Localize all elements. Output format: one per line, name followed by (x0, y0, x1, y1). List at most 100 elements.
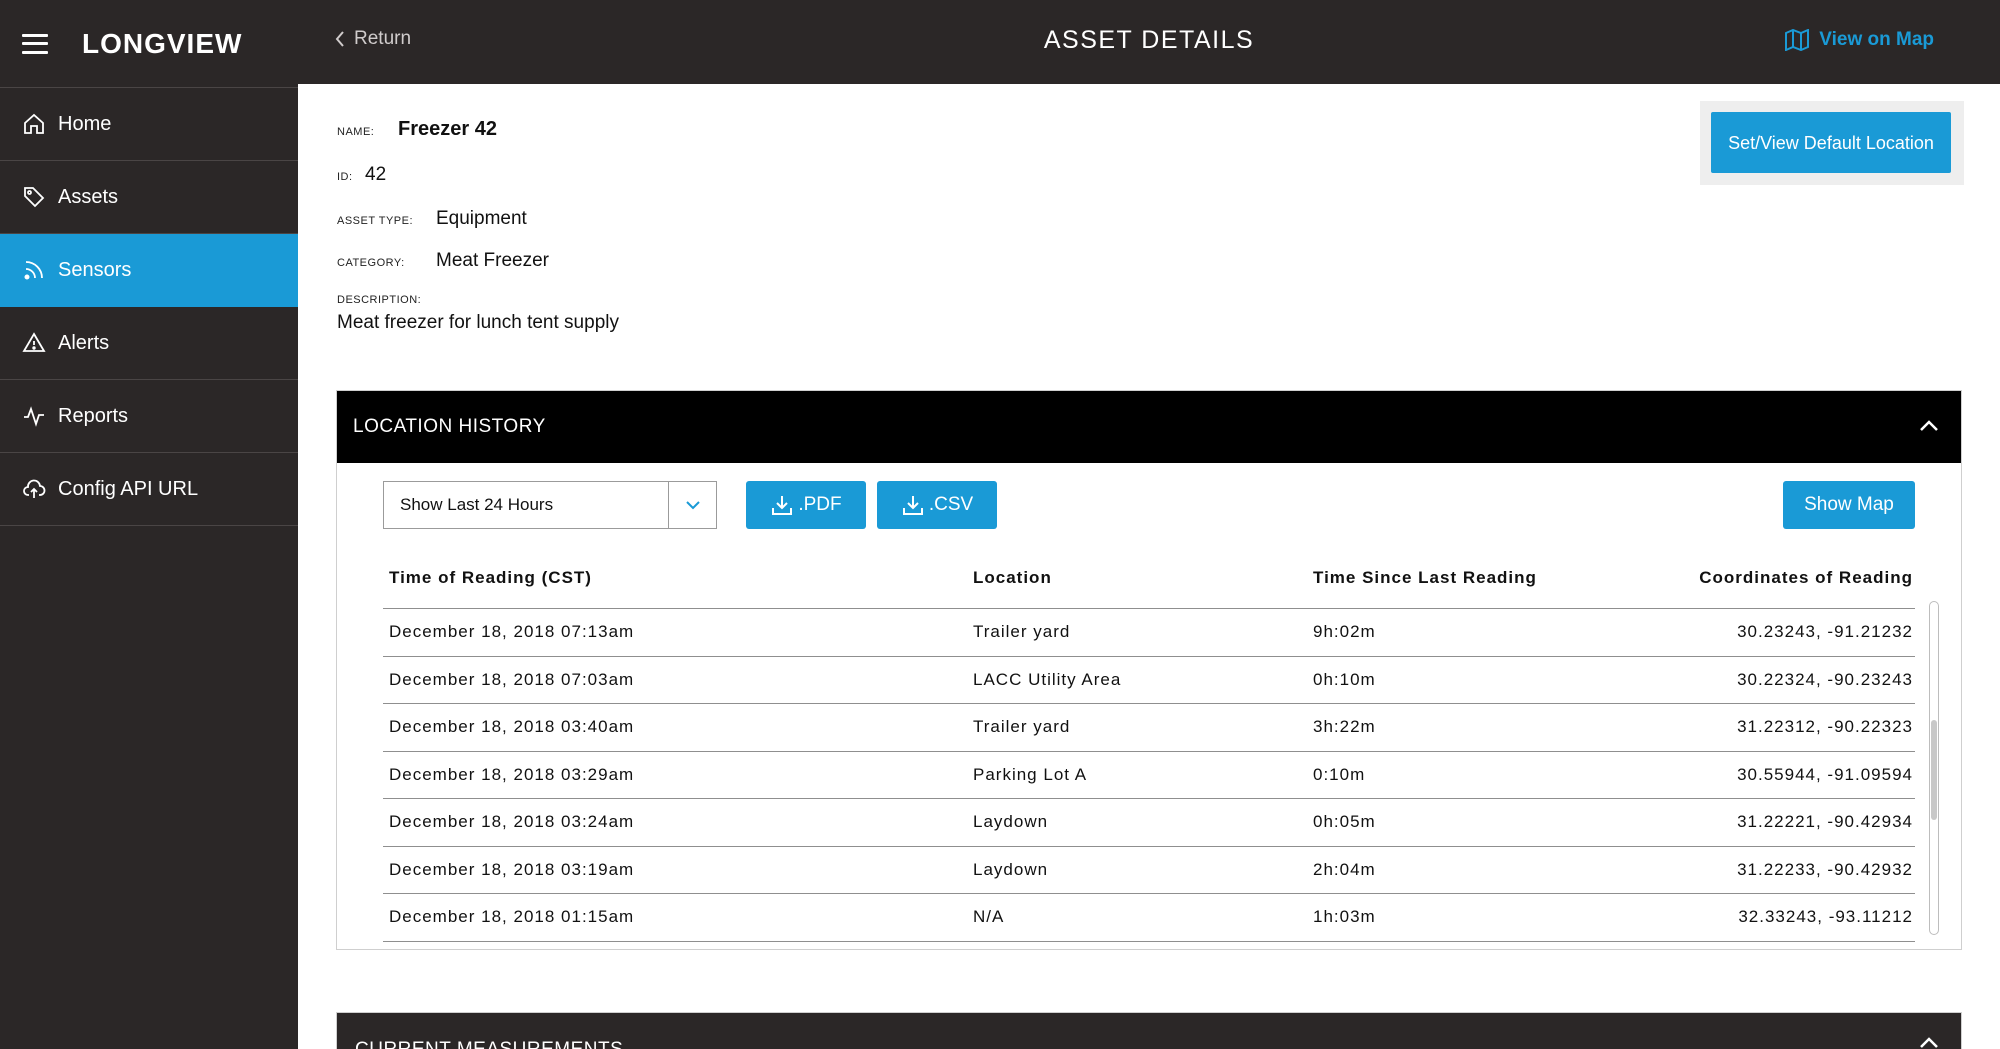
cell-location: Laydown (973, 812, 1049, 832)
time-range-value: Show Last 24 Hours (400, 495, 554, 514)
cell-location: LACC Utility Area (973, 669, 1122, 689)
cell-location: Trailer yard (973, 622, 1071, 642)
table-row[interactable]: December 18, 2018 01:15am N/A 1h:03m 32.… (383, 894, 1915, 942)
id-label: ID: (337, 171, 353, 183)
cell-location: Trailer yard (973, 717, 1071, 737)
show-map-button[interactable]: Show Map (1783, 481, 1915, 529)
location-history-header[interactable]: LOCATION HISTORY (337, 391, 1961, 463)
id-row: ID: 42 (337, 154, 619, 198)
column-header-time-since[interactable]: Time Since Last Reading (1313, 567, 1563, 589)
table-row[interactable]: December 18, 2018 03:24am Laydown 0h:05m… (383, 799, 1915, 847)
name-label: NAME: (337, 126, 375, 138)
cell-time: December 18, 2018 03:19am (389, 859, 635, 879)
sidebar-item-label: Sensors (58, 258, 132, 281)
cell-time-since: 9h:02m (1313, 622, 1376, 642)
location-history-panel: LOCATION HISTORY Show Last 24 Hours .PDF… (336, 390, 1962, 950)
location-history-controls: Show Last 24 Hours .PDF .CSV Show Map (383, 481, 1915, 529)
table-scrollbar[interactable] (1929, 601, 1939, 935)
description-label: DESCRIPTION: (337, 294, 422, 306)
sidebar-item-alerts[interactable]: Alerts (0, 307, 298, 380)
cell-time-since: 0h:10m (1313, 669, 1376, 689)
sidebar-item-label: Assets (58, 185, 119, 208)
cell-time: December 18, 2018 03:24am (389, 812, 635, 832)
asset-id: 42 (365, 164, 387, 185)
cell-time: December 18, 2018 01:15am (389, 907, 635, 927)
download-icon (902, 496, 923, 515)
table-row[interactable]: December 18, 2018 03:19am Laydown 2h:04m… (383, 847, 1915, 894)
cell-coordinates: 31.22312, -90.22323 (1737, 717, 1913, 737)
description-block: DESCRIPTION: Meat freezer for lunch tent… (337, 294, 619, 334)
download-pdf-label: .PDF (798, 494, 842, 515)
table-row[interactable]: December 18, 2018 07:03am LACC Utility A… (383, 657, 1915, 704)
cell-time-since: 3h:22m (1313, 717, 1376, 737)
cell-coordinates: 30.22324, -90.23243 (1737, 669, 1913, 689)
signal-icon (22, 258, 46, 282)
download-csv-label: .CSV (928, 494, 974, 515)
name-row: NAME: Freezer 42 (337, 118, 619, 154)
cell-time: December 18, 2018 07:03am (389, 669, 635, 689)
cell-time-since: 1h:03m (1313, 907, 1376, 927)
location-history-table: Time of Reading (CST) Location Time Sinc… (383, 547, 1915, 942)
category-row: CATEGORY: Meat Freezer (337, 238, 619, 280)
cell-time: December 18, 2018 03:29am (389, 764, 635, 784)
app-logo: LONGVIEW (82, 27, 243, 59)
cell-coordinates: 31.22221, -90.42934 (1737, 812, 1913, 832)
chevron-up-icon[interactable] (1919, 418, 1939, 437)
table-row[interactable]: December 18, 2018 03:40am Trailer yard 3… (383, 704, 1915, 752)
cell-time-since: 0h:05m (1313, 812, 1376, 832)
cloud-upload-icon (22, 477, 46, 501)
chevron-down-icon[interactable] (668, 482, 716, 528)
cell-time-since: 0:10m (1313, 764, 1366, 784)
cell-time: December 18, 2018 07:13am (389, 622, 635, 642)
chevron-up-icon[interactable] (1919, 1035, 1939, 1049)
asset-details: NAME: Freezer 42 ID: 42 ASSET TYPE: Equi… (337, 118, 619, 334)
asset-type: Equipment (436, 208, 527, 229)
download-icon (772, 496, 793, 515)
asset-category: Meat Freezer (436, 250, 549, 271)
sidebar-item-label: Home (58, 112, 112, 135)
sidebar-item-home[interactable]: Home (0, 88, 298, 161)
set-view-default-location-button[interactable]: Set/View Default Location (1711, 112, 1951, 173)
cell-location: Laydown (973, 859, 1049, 879)
cell-coordinates: 30.23243, -91.21232 (1737, 622, 1913, 642)
default-location-container: Set/View Default Location (1700, 101, 1964, 185)
page-title: ASSET DETAILS (1043, 26, 1255, 54)
current-measurements-title: CURRENT MEASUREMENTS (355, 1039, 623, 1049)
asset-name: Freezer 42 (398, 118, 497, 140)
home-icon (22, 112, 46, 136)
table-row[interactable]: December 18, 2018 03:29am Parking Lot A … (383, 752, 1915, 799)
column-header-coordinates[interactable]: Coordinates of Reading (1563, 568, 1915, 588)
download-csv-button[interactable]: .CSV (877, 481, 997, 529)
brand-bar: LONGVIEW (0, 0, 298, 88)
sidebar-item-assets[interactable]: Assets (0, 161, 298, 234)
scrollbar-thumb[interactable] (1931, 720, 1937, 820)
activity-icon (22, 404, 46, 428)
download-pdf-button[interactable]: .PDF (746, 481, 866, 529)
sidebar-item-sensors[interactable]: Sensors (0, 234, 298, 307)
column-header-time[interactable]: Time of Reading (CST) (383, 568, 973, 588)
asset-type-label: ASSET TYPE: (337, 215, 414, 227)
table-row[interactable]: December 18, 2018 07:13am Trailer yard 9… (383, 609, 1915, 657)
cell-coordinates: 32.33243, -93.11212 (1738, 907, 1913, 927)
cell-location: Parking Lot A (973, 764, 1088, 784)
cell-coordinates: 30.55944, -91.09594 (1737, 764, 1913, 784)
top-bar: Return ASSET DETAILS View on Map (298, 0, 2000, 84)
table-header: Time of Reading (CST) Location Time Sinc… (383, 547, 1915, 609)
sidebar: LONGVIEW Home Assets Sensors Alerts Repo… (0, 0, 298, 1049)
map-icon (1785, 29, 1810, 51)
sidebar-item-reports[interactable]: Reports (0, 380, 298, 453)
cell-location: N/A (973, 907, 1005, 927)
location-history-title: LOCATION HISTORY (353, 416, 546, 437)
column-header-location[interactable]: Location (973, 568, 1313, 588)
time-range-select[interactable]: Show Last 24 Hours (383, 481, 717, 529)
view-on-map-label: View on Map (1819, 29, 1934, 50)
warning-icon (22, 331, 46, 355)
tag-icon (22, 185, 46, 209)
view-on-map-link[interactable]: View on Map (1785, 29, 1934, 51)
cell-time-since: 2h:04m (1313, 859, 1376, 879)
sidebar-item-config-api-url[interactable]: Config API URL (0, 453, 298, 526)
asset-description: Meat freezer for lunch tent supply (337, 312, 619, 333)
current-measurements-panel[interactable]: CURRENT MEASUREMENTS (336, 1012, 1962, 1049)
hamburger-menu-icon[interactable] (22, 33, 48, 54)
cell-coordinates: 31.22233, -90.42932 (1737, 859, 1913, 879)
